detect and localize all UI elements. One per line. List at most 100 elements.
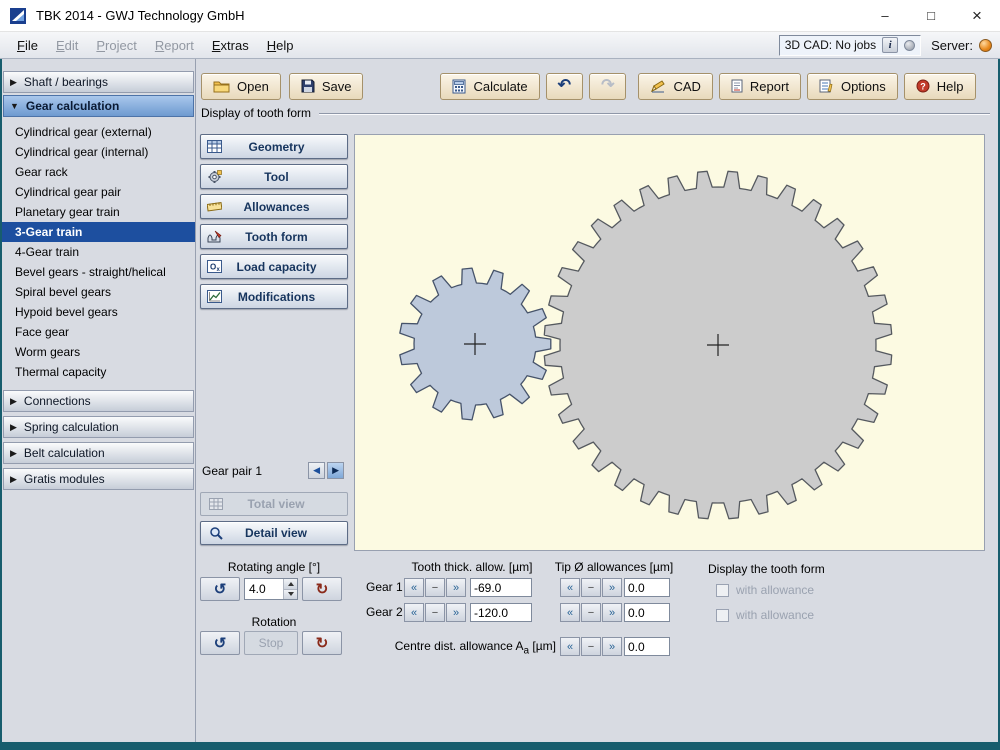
rotating-angle-label: Rotating angle [°] [227,560,321,574]
magnifier-icon [209,526,223,540]
increase-button[interactable]: » [602,603,622,622]
reset-button[interactable]: − [425,578,445,597]
reset-button[interactable]: − [581,637,601,656]
menu-report[interactable]: Report [146,35,203,56]
with-allowance-label: with allowance [736,608,815,622]
menu-file[interactable]: File [8,35,47,56]
previous-pair-button[interactable]: ◀ [308,462,326,479]
open-button[interactable]: Open [201,72,281,100]
menu-help[interactable]: Help [258,35,303,56]
gear-display [399,170,893,520]
spinner-down-button[interactable] [284,589,297,599]
sidebar-item-bevel-gears[interactable]: Bevel gears - straight/helical [2,262,195,282]
sidebar-item-thermal-capacity[interactable]: Thermal capacity [2,362,195,382]
titlebar: TBK 2014 - GWJ Technology GmbH – □ × [0,0,1000,32]
cad-label: CAD [673,78,701,94]
rotation-ccw-button[interactable]: ↺ [200,631,240,655]
sidebar-item-cylindrical-gear-pair[interactable]: Cylindrical gear pair [2,182,195,202]
menu-project[interactable]: Project [87,35,145,56]
centre-distance-allowance-label: Centre dist. allowance Aa [µm] [372,639,556,656]
maximize-button[interactable]: □ [908,0,954,32]
sidebar-item-4-gear-train[interactable]: 4-Gear train [2,242,195,262]
menu-extras[interactable]: Extras [203,35,258,56]
info-button[interactable]: i [882,37,899,53]
decrease-button[interactable]: « [560,578,580,597]
help-icon: ? [916,79,930,93]
checkbox-with-allowance-1[interactable] [716,583,729,597]
rotate-cw-icon: ↻ [315,634,329,652]
total-view-button[interactable]: Total view [200,492,348,516]
rotating-angle-input[interactable] [245,579,283,599]
help-label: Help [936,78,964,94]
sidebar-section-gear-calculation[interactable]: ▼ Gear calculation [3,95,194,117]
detail-view-button[interactable]: Detail view [200,521,348,545]
calculate-button[interactable]: Calculate [440,72,540,100]
gear1-tooth-thickness-input[interactable] [470,578,532,597]
sidebar-item-spiral-bevel-gears[interactable]: Spiral bevel gears [2,282,195,302]
increase-button[interactable]: » [446,603,466,622]
modifications-button[interactable]: Modifications [200,284,348,309]
rotate-cw-icon: ↻ [315,580,329,598]
undo-button[interactable]: ↶ [545,72,584,100]
save-button[interactable]: Save [288,72,364,100]
checkbox-with-allowance-2[interactable] [716,608,729,622]
sidebar-item-gear-rack[interactable]: Gear rack [2,162,195,182]
close-button[interactable]: × [954,0,1000,32]
sidebar-item-face-gear[interactable]: Face gear [2,322,195,342]
app-icon [10,7,28,24]
increase-button[interactable]: » [446,578,466,597]
reset-button[interactable]: − [581,603,601,622]
decrease-button[interactable]: « [560,603,580,622]
load-capacity-button[interactable]: Ox Load capacity [200,254,348,279]
minimize-button[interactable]: – [862,0,908,32]
sidebar-item-cylindrical-gear-external[interactable]: Cylindrical gear (external) [2,122,195,142]
sidebar-item-hypoid-bevel-gears[interactable]: Hypoid bevel gears [2,302,195,322]
svg-text:O: O [210,263,216,272]
sidebar-section-shaft-bearings[interactable]: ▶ Shaft / bearings [3,71,194,93]
next-pair-button[interactable]: ▶ [327,462,345,479]
redo-button[interactable]: ↷ [589,72,627,100]
sidebar-item-3-gear-train[interactable]: 3-Gear train [2,222,195,242]
sidebar-section-gratis-modules[interactable]: ▶ Gratis modules [3,468,194,490]
sidebar-section-connections[interactable]: ▶ Connections [3,390,194,412]
increase-button[interactable]: » [602,578,622,597]
stop-button[interactable]: Stop [244,631,298,655]
angle-spinner [283,579,297,599]
rotate-cw-button[interactable]: ↻ [302,577,342,601]
sidebar-section-spring-calculation[interactable]: ▶ Spring calculation [3,416,194,438]
rotate-ccw-button[interactable]: ↺ [200,577,240,601]
chevron-down-icon: ▼ [10,101,19,111]
tooth-profile-icon [207,230,222,243]
gear2-tip-allowance-input[interactable] [624,603,670,622]
report-button[interactable]: Report [718,72,801,100]
decrease-button[interactable]: « [560,637,580,656]
rotation-cw-button[interactable]: ↻ [302,631,342,655]
reset-button[interactable]: − [581,578,601,597]
rotating-angle-field [244,578,298,600]
spinner-up-button[interactable] [284,579,297,590]
sidebar-item-planetary-gear-train[interactable]: Planetary gear train [2,202,195,222]
help-button[interactable]: ? Help [903,72,976,100]
decrease-button[interactable]: « [404,603,424,622]
allowances-button[interactable]: Allowances [200,194,348,219]
options-button[interactable]: Options [806,72,898,100]
increase-button[interactable]: » [602,637,622,656]
menu-edit[interactable]: Edit [47,35,87,56]
geometry-button[interactable]: Geometry [200,134,348,159]
decrease-button[interactable]: « [404,578,424,597]
centre-distance-input[interactable] [624,637,670,656]
total-view-label: Total view [247,497,305,511]
rotate-ccw-icon: ↺ [213,634,227,652]
sidebar-item-worm-gears[interactable]: Worm gears [2,342,195,362]
tooth-form-button[interactable]: Tooth form [200,224,348,249]
sidebar-section-belt-calculation[interactable]: ▶ Belt calculation [3,442,194,464]
gear2-tooth-thickness-input[interactable] [470,603,532,622]
cad-button[interactable]: CAD [638,72,713,100]
tool-button[interactable]: Tool [200,164,348,189]
rotation-label: Rotation [251,615,297,629]
sidebar-item-cylindrical-gear-internal[interactable]: Cylindrical gear (internal) [2,142,195,162]
folder-open-icon [213,80,230,93]
table-grid-icon [207,140,222,153]
reset-button[interactable]: − [425,603,445,622]
gear1-tip-allowance-input[interactable] [624,578,670,597]
